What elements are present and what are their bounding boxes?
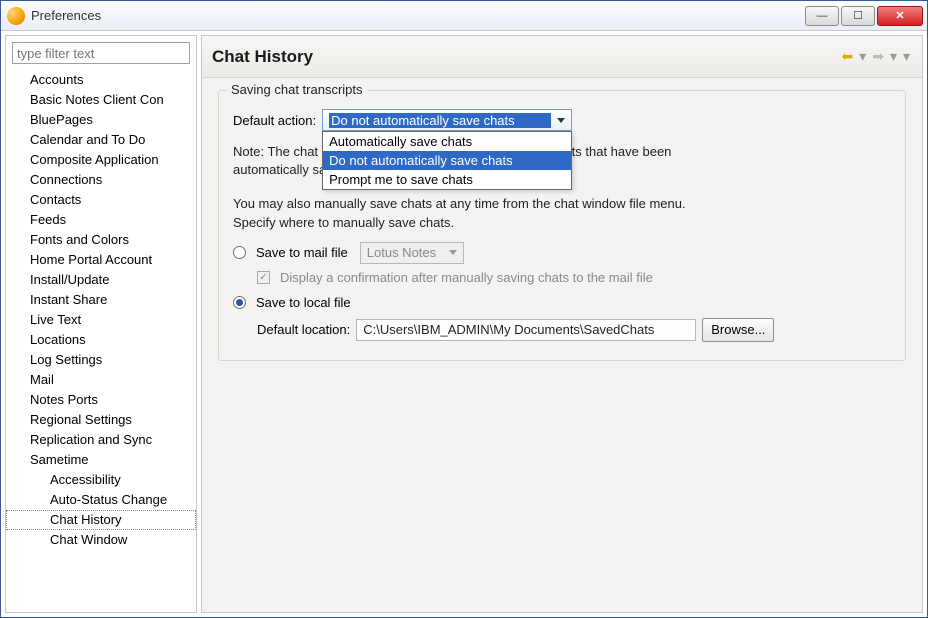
saving-transcripts-group: Saving chat transcripts Default action: …: [218, 90, 906, 361]
dropdown-option[interactable]: Do not automatically save chats: [323, 151, 571, 170]
default-action-value: Do not automatically save chats: [329, 113, 551, 128]
save-mail-row: Save to mail file Lotus Notes: [233, 242, 891, 264]
tree-item[interactable]: Install/Update: [6, 270, 196, 290]
panel: Saving chat transcripts Default action: …: [202, 78, 922, 373]
default-location-field[interactable]: C:\Users\IBM_ADMIN\My Documents\SavedCha…: [356, 319, 696, 341]
save-local-label: Save to local file: [256, 295, 351, 310]
tree-item[interactable]: Fonts and Colors: [6, 230, 196, 250]
maximize-button[interactable]: ☐: [841, 6, 875, 26]
default-action-select[interactable]: Do not automatically save chats Automati…: [322, 109, 572, 131]
default-action-label: Default action:: [233, 113, 316, 128]
tree-item-child[interactable]: Chat Window: [6, 530, 196, 550]
tree-item[interactable]: Feeds: [6, 210, 196, 230]
content-header: Chat History ⬅ ▾ ➡ ▾ ▾: [202, 36, 922, 78]
tree-item[interactable]: Replication and Sync: [6, 430, 196, 450]
client-area: AccountsBasic Notes Client ConBluePagesC…: [1, 31, 927, 617]
tree-item[interactable]: Home Portal Account: [6, 250, 196, 270]
tree-item[interactable]: Mail: [6, 370, 196, 390]
tree-item[interactable]: Connections: [6, 170, 196, 190]
tree-item[interactable]: Regional Settings: [6, 410, 196, 430]
tree-item[interactable]: Log Settings: [6, 350, 196, 370]
tree-item[interactable]: Notes Ports: [6, 390, 196, 410]
browse-button[interactable]: Browse...: [702, 318, 774, 342]
save-mail-radio[interactable]: [233, 246, 246, 259]
default-action-button[interactable]: Do not automatically save chats: [322, 109, 572, 131]
mail-file-combo: Lotus Notes: [360, 242, 464, 264]
tree-item[interactable]: Calendar and To Do: [6, 130, 196, 150]
preference-tree[interactable]: AccountsBasic Notes Client ConBluePagesC…: [6, 70, 196, 612]
default-action-dropdown[interactable]: Automatically save chatsDo not automatic…: [322, 131, 572, 190]
chevron-down-icon: [557, 118, 565, 123]
window-controls: — ☐ ✕: [803, 6, 923, 26]
tree-item[interactable]: Locations: [6, 330, 196, 350]
content-pane: Chat History ⬅ ▾ ➡ ▾ ▾ Saving chat trans…: [201, 35, 923, 613]
tree-item[interactable]: Contacts: [6, 190, 196, 210]
back-menu-icon[interactable]: ▾: [857, 48, 868, 65]
chevron-down-icon: [449, 250, 457, 255]
confirm-checkbox: ✓: [257, 271, 270, 284]
window-title: Preferences: [31, 8, 803, 23]
sidebar: AccountsBasic Notes Client ConBluePagesC…: [5, 35, 197, 613]
tree-item[interactable]: Live Text: [6, 310, 196, 330]
filter-input[interactable]: [12, 42, 190, 64]
note-manual-save: You may also manually save chats at any …: [233, 195, 713, 231]
app-icon: [7, 7, 25, 25]
tree-item-child[interactable]: Auto-Status Change: [6, 490, 196, 510]
confirm-row: ✓ Display a confirmation after manually …: [257, 270, 891, 285]
menu-icon[interactable]: ▾: [901, 48, 912, 65]
dropdown-option[interactable]: Prompt me to save chats: [323, 170, 571, 189]
dropdown-option[interactable]: Automatically save chats: [323, 132, 571, 151]
forward-menu-icon[interactable]: ▾: [888, 48, 899, 65]
tree-item[interactable]: Composite Application: [6, 150, 196, 170]
confirm-label: Display a confirmation after manually sa…: [280, 270, 653, 285]
save-local-radio[interactable]: [233, 296, 246, 309]
minimize-button[interactable]: —: [805, 6, 839, 26]
tree-item[interactable]: Basic Notes Client Con: [6, 90, 196, 110]
default-location-label: Default location:: [257, 322, 350, 337]
page-title: Chat History: [212, 47, 839, 67]
close-button[interactable]: ✕: [877, 6, 923, 26]
group-title: Saving chat transcripts: [227, 82, 367, 97]
tree-item-child[interactable]: Chat History: [6, 510, 196, 530]
tree-item[interactable]: BluePages: [6, 110, 196, 130]
tree-item[interactable]: Instant Share: [6, 290, 196, 310]
header-nav: ⬅ ▾ ➡ ▾ ▾: [839, 48, 912, 65]
tree-item[interactable]: Sametime: [6, 450, 196, 470]
default-location-row: Default location: C:\Users\IBM_ADMIN\My …: [257, 318, 891, 342]
save-local-row: Save to local file: [233, 295, 891, 310]
tree-item-child[interactable]: Accessibility: [6, 470, 196, 490]
forward-icon[interactable]: ➡: [870, 48, 886, 65]
titlebar: Preferences — ☐ ✕: [1, 1, 927, 31]
default-action-row: Default action: Do not automatically sav…: [233, 109, 891, 131]
mail-file-value: Lotus Notes: [367, 245, 436, 260]
default-location-value: C:\Users\IBM_ADMIN\My Documents\SavedCha…: [363, 322, 654, 337]
tree-item[interactable]: Accounts: [6, 70, 196, 90]
save-mail-label: Save to mail file: [256, 245, 348, 260]
back-icon[interactable]: ⬅: [839, 48, 855, 65]
